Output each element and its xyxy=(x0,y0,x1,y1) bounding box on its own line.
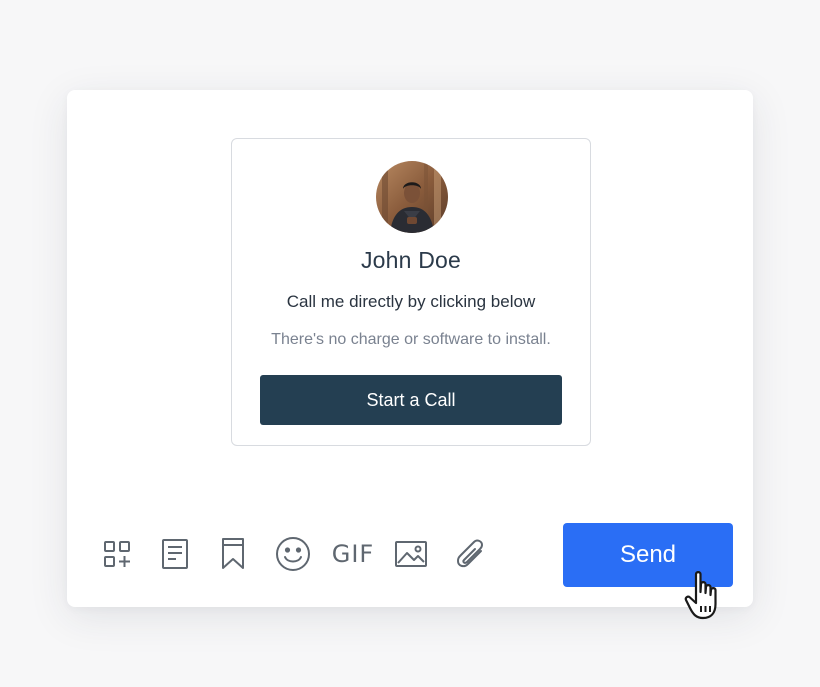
start-call-button[interactable]: Start a Call xyxy=(260,375,562,425)
composer-toolbar: GIF xyxy=(97,534,517,574)
attachment-icon[interactable] xyxy=(451,534,491,574)
avatar xyxy=(376,161,448,233)
call-note: There's no charge or software to install… xyxy=(271,331,551,348)
bookmark-icon[interactable] xyxy=(213,534,253,574)
gif-label: GIF xyxy=(331,540,375,568)
document-icon[interactable] xyxy=(155,534,195,574)
call-tagline: Call me directly by clicking below xyxy=(286,292,536,311)
emoji-icon[interactable] xyxy=(273,534,313,574)
gif-icon[interactable]: GIF xyxy=(331,534,375,574)
stage: John Doe Call me directly by clicking be… xyxy=(0,0,820,687)
contact-name: John Doe xyxy=(360,247,462,273)
image-icon[interactable] xyxy=(391,534,431,574)
hand-pointer-cursor-icon xyxy=(684,570,728,622)
call-card: John Doe Call me directly by clicking be… xyxy=(231,138,591,446)
message-composer-panel: John Doe Call me directly by clicking be… xyxy=(67,90,753,607)
apps-add-icon[interactable] xyxy=(97,534,137,574)
